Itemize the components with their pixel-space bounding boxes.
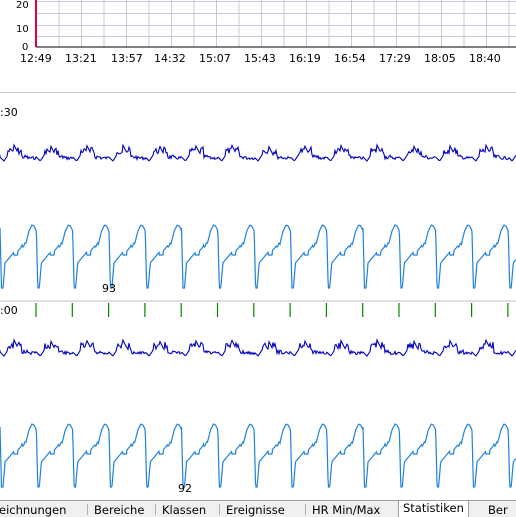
tab-separator xyxy=(155,504,156,515)
tab-statistiken[interactable]: Statistiken xyxy=(398,501,469,517)
beat-label: 92 xyxy=(178,482,192,495)
beat-label: 93 xyxy=(102,282,116,295)
strip-2-lead-2-trace xyxy=(0,423,516,488)
ecg-strips[interactable]: 93 92 xyxy=(0,0,516,500)
strip-2-lead-1-trace xyxy=(0,338,516,357)
bottom-tab-bar: eichnungen Bereiche Klassen Ereignisse H… xyxy=(0,500,516,517)
strip-1-lead-1-trace xyxy=(0,143,516,162)
tab-hr-min-max[interactable]: HR Min/Max xyxy=(308,503,384,517)
tab-ereignisse[interactable]: Ereignisse xyxy=(222,503,289,517)
tab-aufzeichnungen[interactable]: eichnungen xyxy=(0,503,70,517)
tab-separator xyxy=(87,504,88,515)
tab-klassen[interactable]: Klassen xyxy=(158,503,210,517)
tab-separator xyxy=(219,504,220,515)
tab-berichte[interactable]: Ber xyxy=(484,503,512,517)
strip-1-lead-2-trace xyxy=(0,224,516,289)
tab-bereiche[interactable]: Bereiche xyxy=(90,503,148,517)
tab-separator xyxy=(305,504,306,515)
beat-markers xyxy=(35,303,509,317)
